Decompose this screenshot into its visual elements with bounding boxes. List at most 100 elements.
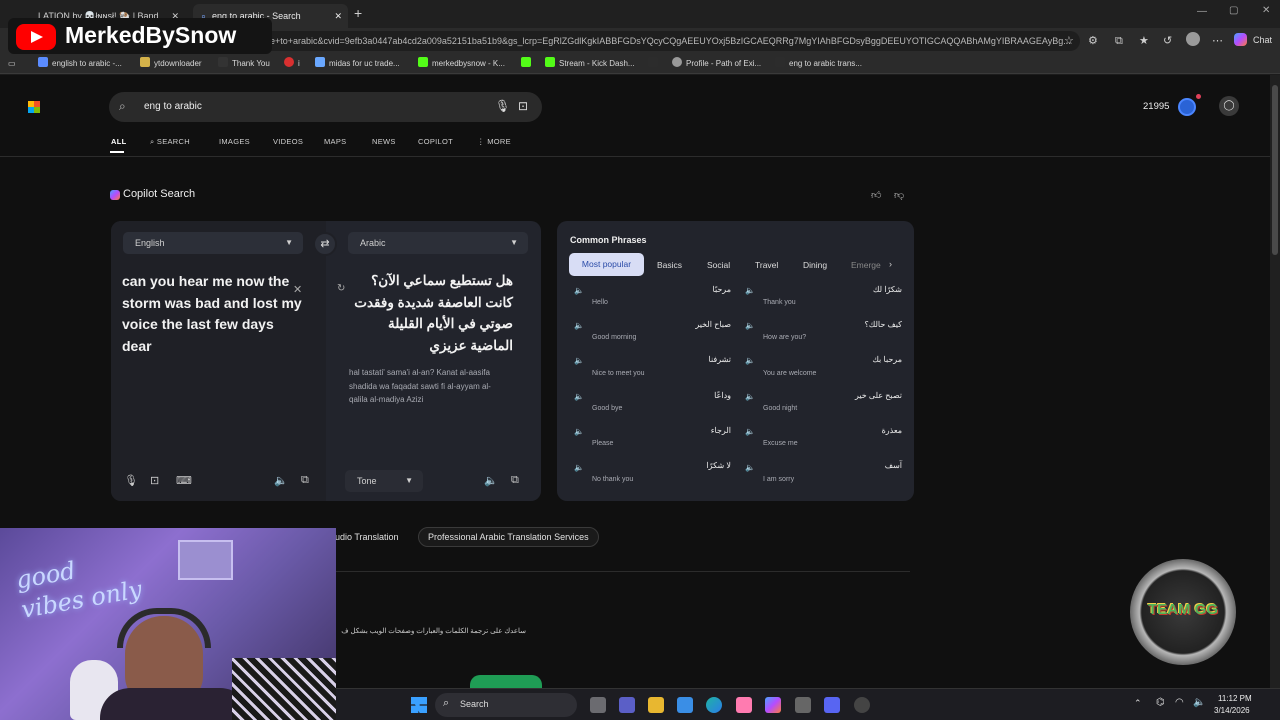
phrase-tab-emergency[interactable]: Emerge — [851, 260, 881, 270]
phrase-tab-social[interactable]: Social — [707, 260, 730, 270]
start-icon[interactable] — [411, 697, 427, 713]
tab-news[interactable]: NEWS — [372, 137, 396, 146]
speaker-icon[interactable]: 🔈 — [574, 463, 584, 472]
phrase-english: Good bye — [592, 405, 623, 412]
split-screen-icon[interactable]: ⧉ — [1115, 34, 1123, 48]
rewards-icon[interactable] — [1178, 98, 1196, 116]
speaker-icon[interactable]: 🔈 — [745, 463, 755, 472]
account-icon[interactable]: ◯ — [1219, 96, 1239, 116]
tab-copilot[interactable]: COPILOT — [418, 137, 453, 146]
wifi-icon[interactable]: ◠ — [1175, 697, 1184, 708]
bookmark-item[interactable]: i — [284, 57, 300, 71]
speaker-icon[interactable]: 🔈 — [745, 321, 755, 330]
app-icon[interactable] — [736, 697, 752, 713]
chevron-up-icon[interactable]: ⌃ — [1134, 698, 1142, 709]
speaker-icon[interactable]: 🔈 — [574, 356, 584, 365]
app-icon[interactable] — [854, 697, 870, 713]
bookmark-item[interactable] — [648, 57, 662, 71]
tone-select[interactable]: Tone ▼ — [345, 470, 423, 492]
copy-icon[interactable]: ⧉ — [301, 474, 309, 487]
phrase-tab-most-popular[interactable]: Most popular — [569, 253, 644, 276]
camera-translate-icon[interactable]: ⊡ — [150, 474, 159, 487]
network-icon[interactable]: ⌬ — [1156, 697, 1165, 708]
bookmark-item[interactable]: ytdownloader — [140, 57, 202, 71]
phrase-tab-basics[interactable]: Basics — [657, 260, 682, 270]
favorites-icon[interactable]: ★ — [1139, 34, 1149, 48]
address-bar[interactable]: e+to+arabic&cvid=9efb3a0447ab4cd2a009a52… — [262, 31, 1080, 51]
microphone-icon[interactable]: 🎙 — [495, 99, 510, 113]
copilot-icon[interactable] — [765, 697, 781, 713]
source-text-input[interactable]: can you hear me now the storm was bad an… — [122, 271, 302, 357]
discord-icon[interactable] — [824, 697, 840, 713]
bookmark-item[interactable]: Profile - Path of Exi... — [672, 57, 761, 71]
chevron-right-icon[interactable]: › — [889, 259, 892, 269]
speaker-icon[interactable]: 🔈 — [484, 474, 498, 487]
speaker-icon[interactable]: 🔈 — [745, 356, 755, 365]
speaker-icon[interactable]: 🔈 — [745, 392, 755, 401]
rewards-points[interactable]: 21995 — [1143, 101, 1169, 112]
close-icon[interactable]: ✕ — [334, 11, 342, 22]
bookmark-item[interactable]: english to arabic -... — [38, 57, 122, 71]
target-language-select[interactable]: Arabic ▼ — [348, 232, 528, 254]
minimize-icon[interactable]: — — [1197, 6, 1207, 17]
visual-search-icon[interactable]: ⊡ — [518, 99, 528, 113]
speaker-icon[interactable]: 🔈 — [745, 286, 755, 295]
bookmark-item[interactable]: merkedbysnow - K... — [418, 57, 505, 71]
taskbar-search-box[interactable]: ⌕ Search — [435, 693, 577, 717]
clock-time[interactable]: 11:12 PM — [1218, 694, 1252, 703]
page-scrollbar[interactable] — [1270, 75, 1280, 688]
bookmark-item[interactable]: Stream - Kick Dash... — [545, 57, 635, 71]
speaker-icon[interactable]: 🔈 — [574, 286, 584, 295]
tab-more[interactable]: ⋮ MORE — [477, 137, 511, 146]
swap-languages-button[interactable]: ⇄ — [313, 232, 337, 256]
source-language-select[interactable]: English ▼ — [123, 232, 303, 254]
search-input[interactable]: eng to arabic — [144, 101, 202, 112]
thumbs-up-icon[interactable]: 👍︎ — [871, 189, 881, 201]
microphone-icon[interactable]: 🎙 — [124, 474, 138, 487]
bookmark-item[interactable] — [521, 57, 535, 71]
close-window-icon[interactable]: ✕ — [1262, 5, 1270, 16]
search-box[interactable]: ⌕ eng to arabic 🎙 ⊡ — [109, 92, 542, 122]
history-icon[interactable]: ↺ — [1163, 34, 1172, 48]
speaker-icon[interactable]: 🔈 — [745, 427, 755, 436]
bookmark-item[interactable]: Thank You — [218, 57, 270, 71]
windows-logo-icon[interactable] — [28, 101, 40, 113]
bookmark-item[interactable]: midas for uc trade... — [315, 57, 400, 71]
file-explorer-icon[interactable] — [648, 697, 664, 713]
tab-search[interactable]: ⌕ SEARCH — [150, 137, 190, 147]
volume-icon[interactable]: 🔈 — [1193, 697, 1205, 708]
favorite-star-icon[interactable]: ☆ — [1064, 34, 1074, 48]
related-chip-professional[interactable]: Professional Arabic Translation Services — [418, 527, 599, 547]
bookmarks-menu-icon[interactable]: ▭ — [8, 57, 16, 71]
edge-icon[interactable] — [706, 697, 722, 713]
tab-videos[interactable]: VIDEOS — [273, 137, 303, 146]
speaker-icon[interactable]: 🔈 — [574, 321, 584, 330]
phrase-tab-travel[interactable]: Travel — [755, 260, 778, 270]
speaker-icon[interactable]: 🔈 — [574, 427, 584, 436]
phrase-tab-dining[interactable]: Dining — [803, 260, 827, 270]
keyboard-icon[interactable]: ⌨ — [176, 474, 192, 487]
teams-icon[interactable] — [619, 697, 635, 713]
bookmark-item[interactable]: eng to arabic trans... — [775, 57, 862, 71]
tab-maps[interactable]: MAPS — [324, 137, 346, 146]
clock-date[interactable]: 3/14/2026 — [1214, 706, 1250, 715]
profile-avatar-icon[interactable] — [1186, 32, 1200, 46]
thumbs-down-icon[interactable]: 👎︎ — [894, 189, 904, 201]
speaker-icon[interactable]: 🔈 — [574, 392, 584, 401]
tab-all[interactable]: ALL — [111, 137, 126, 146]
copy-icon[interactable]: ⧉ — [511, 474, 519, 487]
clear-text-icon[interactable]: ✕ — [293, 283, 302, 296]
tab-images[interactable]: IMAGES — [219, 137, 250, 146]
refresh-icon[interactable]: ↻ — [337, 283, 345, 294]
app-icon[interactable] — [795, 697, 811, 713]
extensions-icon[interactable]: ⚙ — [1088, 34, 1098, 48]
copilot-icon[interactable] — [1234, 33, 1247, 46]
speaker-icon[interactable]: 🔈 — [274, 474, 288, 487]
task-view-icon[interactable] — [590, 697, 606, 713]
maximize-icon[interactable]: ▢ — [1229, 5, 1238, 16]
chat-label[interactable]: Chat — [1253, 35, 1272, 45]
more-options-icon[interactable]: ⋯ — [1212, 34, 1223, 48]
new-tab-button[interactable]: + — [354, 5, 362, 21]
store-icon[interactable] — [677, 697, 693, 713]
green-button[interactable] — [470, 675, 542, 689]
